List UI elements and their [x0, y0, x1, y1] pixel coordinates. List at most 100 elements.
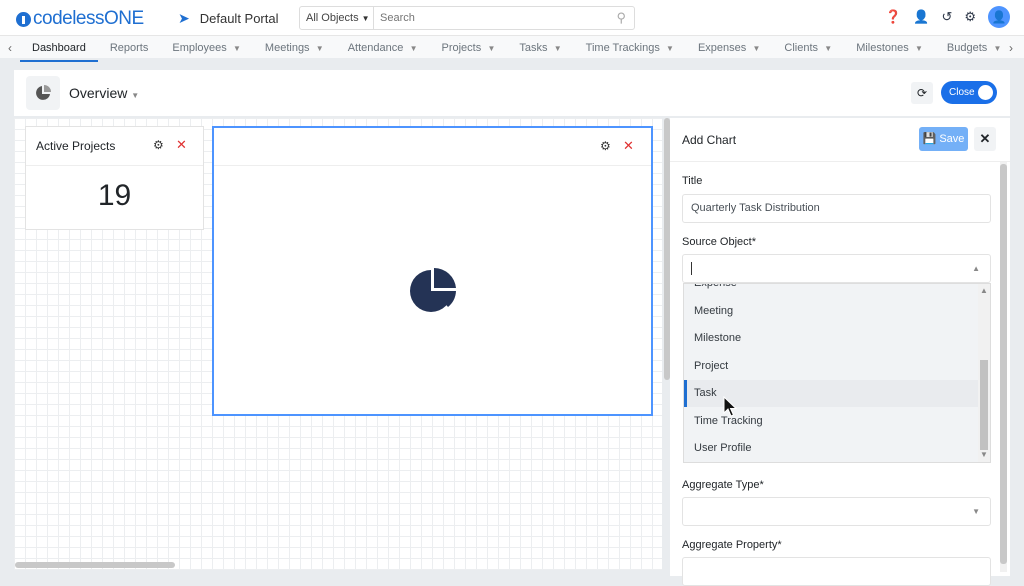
tab-label: Budgets [946, 42, 988, 54]
nav-bar: ‹ Dashboard Reports Employees ▼ Meetings ▼ A… [0, 36, 1024, 62]
chevron-left-icon[interactable]: ‹ [8, 41, 12, 55]
tab-employees[interactable]: Employees ▼ [160, 36, 253, 62]
refresh-button[interactable]: ⟳ [911, 82, 933, 104]
panel-title: Add Chart [682, 133, 737, 147]
divider [26, 165, 203, 166]
gear-icon[interactable]: ⚙ [600, 139, 611, 153]
close-panel-button[interactable]: ✕ [974, 127, 996, 151]
tab-label: Dashboard [32, 42, 86, 54]
caret-down-icon: ▼ [991, 44, 1002, 53]
option-milestone[interactable]: Milestone [684, 325, 978, 352]
tab-projects[interactable]: Projects ▼ [430, 36, 508, 62]
tab-label: Reports [109, 42, 149, 54]
tab-meetings[interactable]: Meetings ▼ [253, 36, 336, 62]
caret-down-icon: ▼ [750, 44, 761, 53]
search-input[interactable] [374, 7, 617, 29]
caret-down-icon: ▼ [912, 44, 923, 53]
source-object-label: Source Object* [682, 236, 756, 248]
tab-label: Time Trackings [585, 42, 660, 54]
dropdown-scrollbar[interactable]: ▲ ▼ [978, 284, 990, 462]
search-scope-label: All Objects [306, 12, 359, 24]
help-icon[interactable]: ❓ [885, 9, 901, 25]
caret-down-icon: ▼ [663, 44, 674, 53]
logo[interactable]: codelessONE [16, 8, 144, 30]
tab-label: Clients [784, 42, 819, 54]
portal-name: Default Portal [199, 11, 279, 26]
search-icon[interactable]: ⚲ [616, 10, 634, 26]
aggregate-type-select[interactable]: ▼ [682, 497, 991, 526]
tab-clients[interactable]: Clients ▼ [772, 36, 844, 62]
close-toggle[interactable]: Close [941, 81, 997, 104]
tab-label: Employees [172, 42, 227, 54]
tab-expenses[interactable]: Expenses ▼ [686, 36, 772, 62]
logo-text: codelessONE [33, 8, 144, 29]
option-expense[interactable]: Expense [684, 284, 978, 297]
caret-down-icon: ▼ [131, 91, 140, 100]
pie-chart-icon [26, 76, 60, 110]
aggregate-property-select[interactable] [682, 557, 991, 586]
save-button[interactable]: 💾 Save [919, 127, 968, 151]
widget-new-chart[interactable]: ⚙ ✕ [212, 126, 653, 416]
tab-label: Expenses [697, 42, 747, 54]
caret-down-icon: ▼ [485, 44, 496, 53]
caret-up-icon: ▲ [972, 264, 980, 273]
caret-down-icon: ▼ [407, 44, 418, 53]
aggregate-type-label: Aggregate Type* [682, 479, 764, 491]
floppy-icon: 💾 [922, 133, 937, 145]
scroll-up-icon[interactable]: ▲ [980, 286, 988, 295]
close-icon[interactable]: ✕ [176, 137, 187, 153]
top-bar: codelessONE ➤ Default Portal All Objects … [0, 0, 1024, 36]
option-user-profile[interactable]: User Profile [684, 435, 978, 462]
aggregate-property-label: Aggregate Property* [682, 539, 782, 551]
text-cursor [691, 261, 692, 275]
gear-icon[interactable]: ⚙ [964, 9, 976, 25]
panel-header: Add Chart 💾 Save ✕ [670, 118, 1010, 162]
tab-milestones[interactable]: Milestones ▼ [844, 36, 935, 62]
save-label: Save [939, 133, 965, 145]
caret-down-icon: ▼ [822, 44, 833, 53]
toggle-knob [978, 85, 993, 100]
portal-selector[interactable]: ➤ Default Portal [178, 10, 279, 27]
logo-icon [16, 11, 31, 27]
option-project[interactable]: Project [684, 353, 978, 380]
tab-time-trackings[interactable]: Time Trackings ▼ [574, 36, 686, 62]
option-meeting[interactable]: Meeting [684, 298, 978, 325]
tab-tasks[interactable]: Tasks ▼ [507, 36, 573, 62]
chevron-right-icon[interactable]: › [1009, 41, 1013, 55]
caret-down-icon: ▼ [313, 44, 324, 53]
dashboard-title-dropdown[interactable]: Overview ▼ [69, 85, 139, 101]
page-header: Overview ▼ ⟳ Close [14, 70, 1010, 116]
widget-value: 19 [97, 179, 132, 212]
toggle-label: Close [949, 87, 975, 98]
tab-dashboard[interactable]: Dashboard [20, 36, 98, 62]
tab-label: Tasks [519, 42, 548, 54]
source-object-dropdown: Expense Meeting Milestone Project Task Time T… [683, 283, 991, 463]
tab-label: Attendance [347, 42, 404, 54]
widget-active-projects[interactable]: Active Projects ⚙ ✕ 19 [25, 126, 204, 230]
mouse-cursor-icon [723, 396, 737, 417]
tab-label: Meetings [264, 42, 310, 54]
caret-down-icon: ▼ [361, 13, 370, 23]
page-title: Overview [69, 85, 128, 101]
avatar[interactable]: 👤 [988, 6, 1010, 28]
tab-attendance[interactable]: Attendance ▼ [336, 36, 430, 62]
gear-icon[interactable]: ⚙ [153, 138, 164, 152]
tab-budgets[interactable]: Budgets ▼ [935, 36, 1004, 62]
history-icon[interactable]: ↺ [941, 9, 952, 25]
grid-horizontal-scrollbar[interactable] [15, 562, 175, 568]
nav-tabs: Dashboard Reports Employees ▼ Meetings ▼ Att… [20, 36, 1004, 62]
tab-reports[interactable]: Reports [98, 36, 161, 62]
top-icons: ❓ 👤 ↺ ⚙ 👤 [885, 6, 1010, 28]
scroll-down-icon[interactable]: ▼ [980, 450, 988, 459]
title-input[interactable]: Quarterly Task Distribution [682, 194, 991, 223]
panel-scrollbar[interactable] [1000, 162, 1007, 572]
add-user-icon[interactable]: 👤 [913, 9, 929, 25]
scrollbar-thumb[interactable] [980, 360, 988, 450]
caret-down-icon: ▼ [972, 507, 980, 516]
paper-plane-icon: ➤ [178, 10, 190, 26]
tab-label: Milestones [856, 42, 909, 54]
close-icon[interactable]: ✕ [623, 138, 634, 154]
search-scope-select[interactable]: All Objects ▼ [300, 7, 374, 29]
search-bar: All Objects ▼ ⚲ [299, 6, 635, 30]
source-object-select[interactable]: ▲ [682, 254, 991, 283]
